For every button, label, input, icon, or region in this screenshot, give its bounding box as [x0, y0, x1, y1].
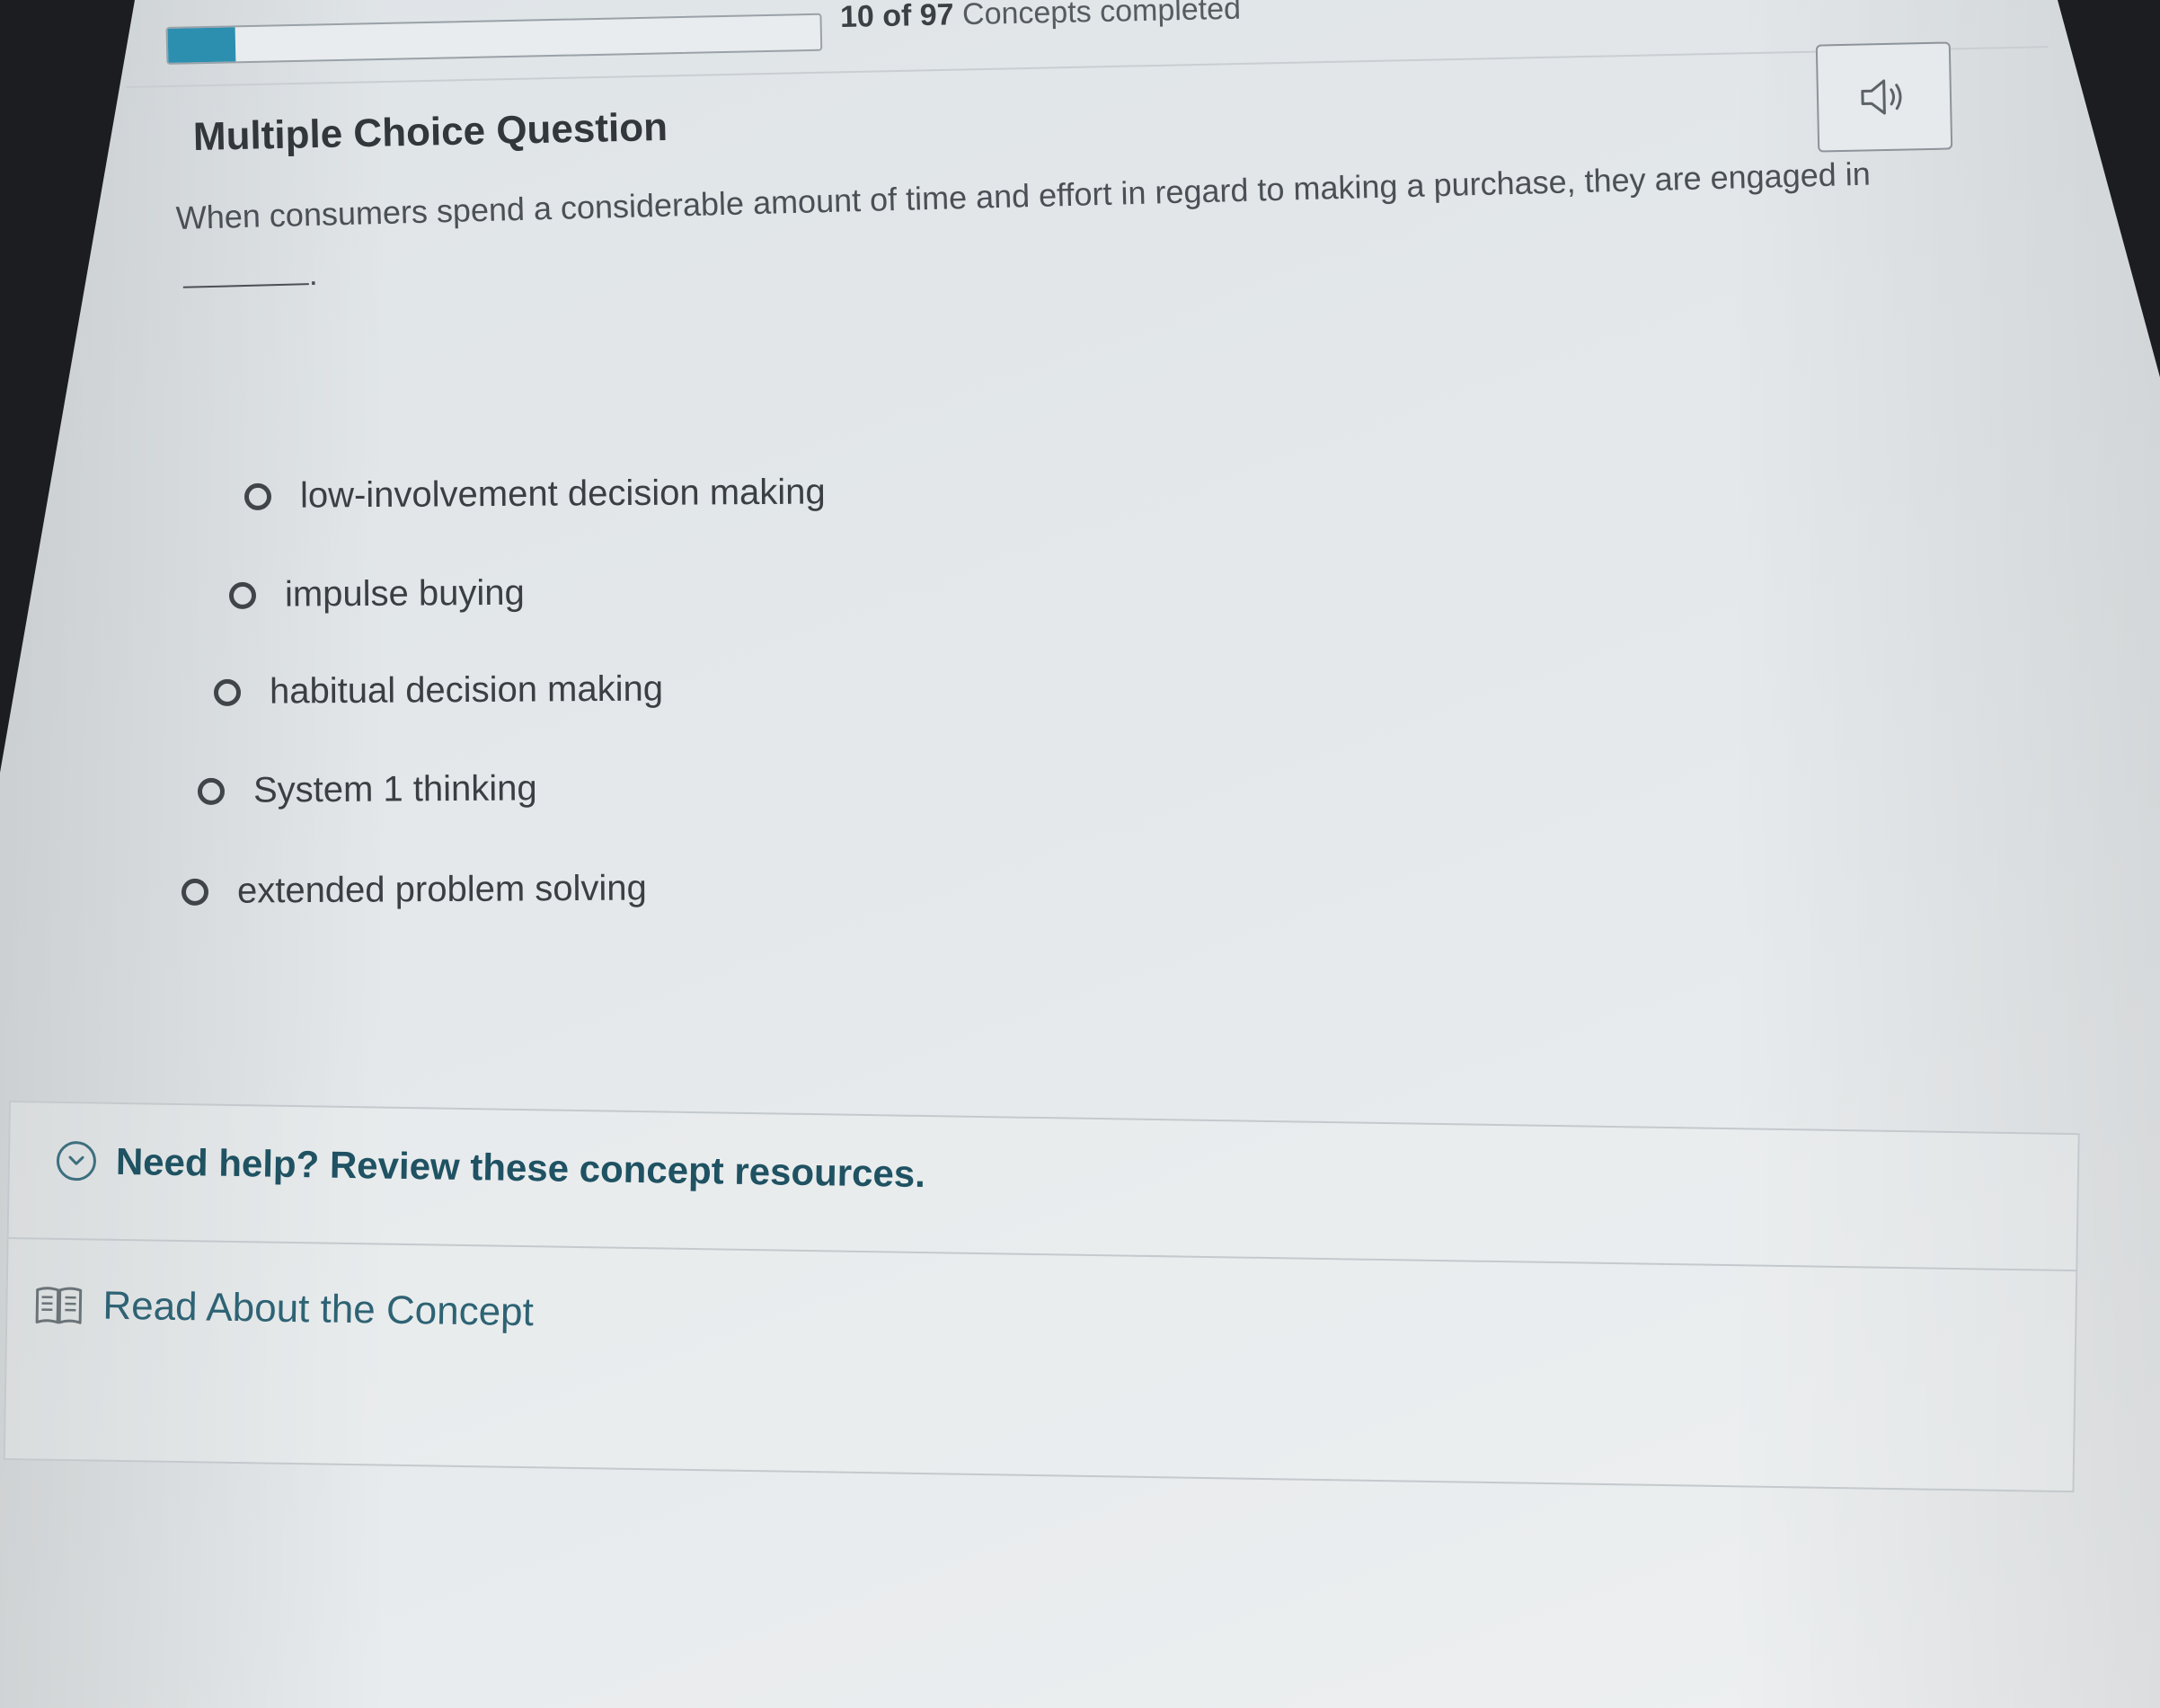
choice-option[interactable]: System 1 thinking	[197, 768, 537, 811]
choice-label: System 1 thinking	[252, 768, 537, 810]
radio-button[interactable]	[213, 678, 242, 706]
choice-label: low-involvement decision making	[299, 472, 826, 516]
read-about-concept-label: Read About the Concept	[102, 1283, 535, 1335]
radio-button[interactable]	[181, 878, 209, 906]
progress-label: Concepts completed	[961, 0, 1242, 32]
help-toggle[interactable]: Need help? Review these concept resource…	[56, 1139, 926, 1196]
help-panel: Need help? Review these concept resource…	[3, 1101, 2080, 1493]
radio-button[interactable]	[243, 482, 272, 510]
choice-option[interactable]: impulse buying	[228, 572, 525, 615]
choice-option[interactable]: low-involvement decision making	[243, 472, 826, 517]
choice-label: habitual decision making	[269, 668, 664, 712]
choice-option[interactable]: extended problem solving	[181, 868, 647, 912]
choice-option[interactable]: habitual decision making	[213, 668, 664, 712]
progress-of: of	[881, 0, 912, 34]
answer-blank	[182, 256, 309, 288]
read-about-concept-link[interactable]: Read About the Concept	[34, 1282, 534, 1335]
speaker-icon	[1861, 79, 1902, 115]
book-icon	[35, 1287, 83, 1324]
help-title: Need help? Review these concept resource…	[115, 1139, 926, 1196]
question-period: .	[307, 254, 319, 293]
chevron-down-circle-icon	[56, 1140, 97, 1181]
help-divider	[8, 1237, 2076, 1272]
read-aloud-button[interactable]	[1815, 41, 1953, 153]
radio-button[interactable]	[197, 777, 226, 805]
progress-completed: 10	[839, 0, 875, 34]
radio-button[interactable]	[228, 581, 257, 609]
progress-fill	[167, 27, 236, 63]
choice-label: impulse buying	[284, 572, 525, 615]
progress-total: 97	[919, 0, 955, 33]
choice-label: extended problem solving	[236, 868, 647, 911]
